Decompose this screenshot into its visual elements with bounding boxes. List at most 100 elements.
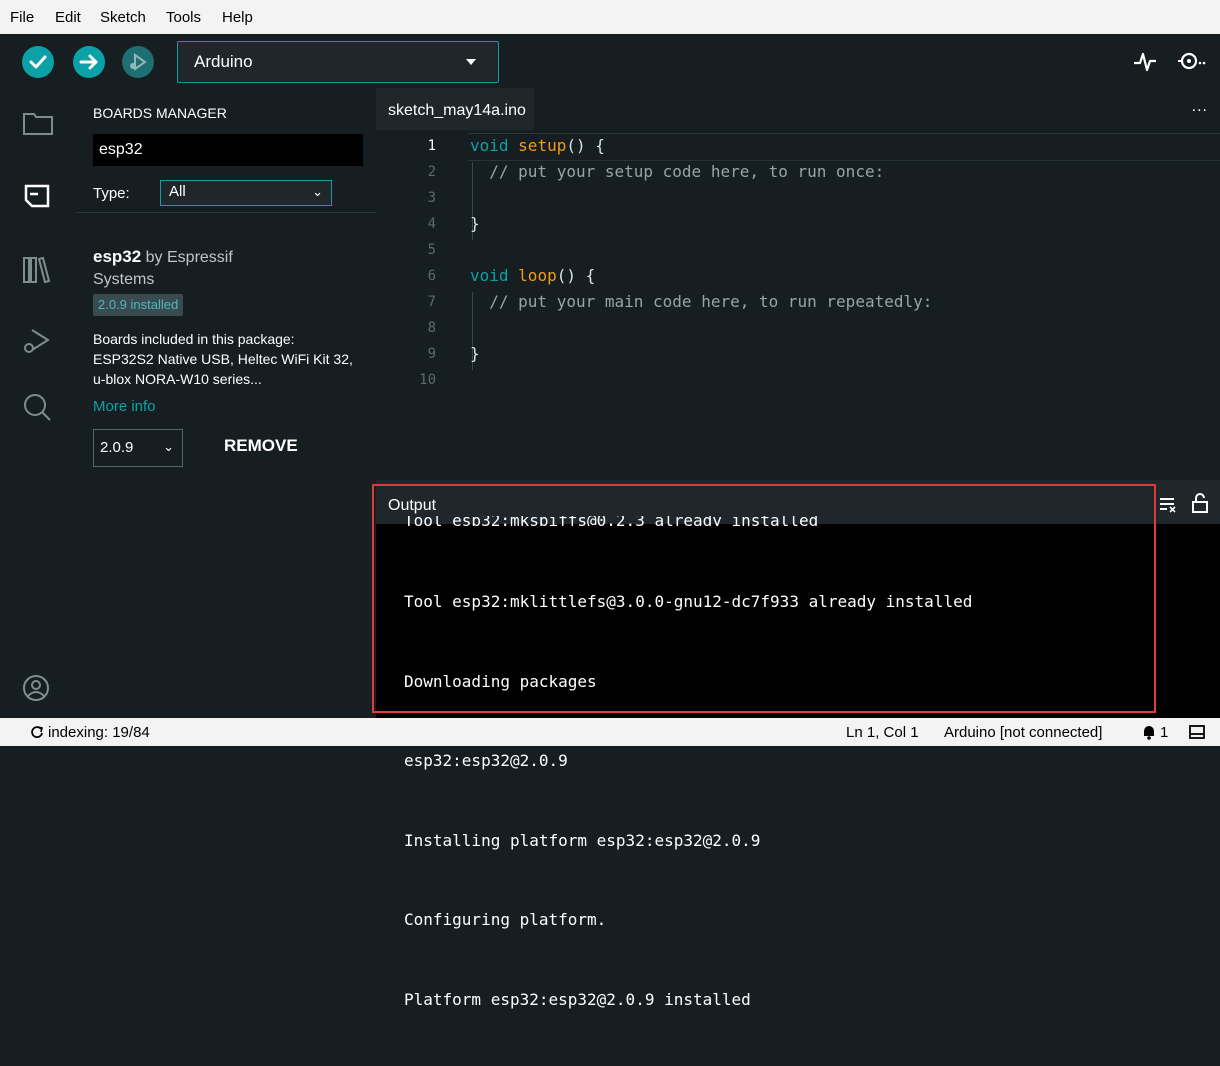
code-line: void loop() { — [470, 266, 595, 285]
tab-label: sketch_may14a.ino — [388, 102, 526, 119]
toolbar: Arduino — [0, 34, 1220, 88]
output-log: Tool esp32:mklittlefs@3.0.0-gnu12-dc7f93… — [404, 536, 1204, 1066]
code-keyword: void — [470, 266, 509, 285]
indexing-status: indexing: 19/84 — [48, 724, 150, 741]
menu-file[interactable]: File — [10, 9, 34, 26]
debug-icon — [24, 329, 50, 353]
more-info-link[interactable]: More info — [93, 398, 156, 415]
line-number: 2 — [427, 164, 436, 180]
boards-manager-button[interactable] — [18, 176, 58, 216]
type-label: Type: — [93, 185, 130, 202]
monitor-icon — [1178, 52, 1206, 70]
toggle-panel-icon[interactable] — [1188, 724, 1206, 744]
folder-icon — [23, 113, 53, 135]
type-select[interactable]: All ⌄ — [160, 180, 332, 206]
notification-count: 1 — [1160, 724, 1169, 741]
account-button[interactable] — [18, 668, 58, 708]
type-select-value: All — [169, 183, 186, 200]
code-comment: // put your setup code here, to run once… — [470, 162, 885, 181]
menu-help[interactable]: Help — [222, 9, 253, 26]
remove-button[interactable]: REMOVE — [224, 436, 298, 456]
line-number: 7 — [427, 294, 436, 310]
serial-plotter-button[interactable] — [1132, 48, 1158, 74]
plotter-icon — [1134, 52, 1156, 72]
package-description: Boards included in this package: ESP32S2… — [93, 331, 353, 387]
search-icon — [24, 394, 51, 421]
editor-tab-bar: sketch_may14a.ino ... — [376, 88, 1220, 132]
package-title: esp32 by Espressif Systems — [93, 246, 363, 291]
line-number: 8 — [427, 320, 436, 336]
code-function: loop — [518, 266, 557, 285]
package-name: esp32 — [93, 247, 142, 266]
line-number: 3 — [427, 190, 436, 206]
code-text: () { — [566, 136, 605, 155]
version-select[interactable]: 2.0.9 ⌄ — [93, 429, 183, 467]
activity-bar — [0, 88, 76, 718]
board-icon — [24, 184, 50, 208]
verify-button[interactable] — [22, 46, 54, 78]
menu-tools[interactable]: Tools — [166, 9, 201, 26]
output-line: Platform esp32:esp32@2.0.9 installed — [404, 989, 751, 1009]
line-number: 1 — [427, 138, 436, 154]
upload-button[interactable] — [73, 46, 105, 78]
line-number: 9 — [427, 346, 436, 362]
code-editor[interactable]: 1 2 3 4 5 6 7 8 9 10 void setup() { // p… — [376, 130, 1220, 480]
output-line: Tool esp32:mkspiffs@0.2.3 already instal… — [404, 516, 819, 526]
scroll-lock-button[interactable] — [1190, 492, 1210, 519]
line-number: 6 — [427, 268, 436, 284]
notification-bell-icon[interactable] — [1140, 724, 1158, 744]
more-options-button[interactable]: ... — [1192, 98, 1208, 116]
arrow-right-icon — [79, 54, 98, 70]
debug-icon — [130, 53, 147, 71]
line-number: 5 — [427, 242, 436, 258]
board-selector-label: Arduino — [194, 52, 253, 71]
debug-panel-button[interactable] — [18, 322, 58, 362]
code-line: } — [470, 344, 480, 363]
cursor-position: Ln 1, Col 1 — [846, 724, 919, 741]
line-number: 10 — [419, 372, 436, 388]
version-select-value: 2.0.9 — [100, 439, 134, 456]
code-function: setup — [518, 136, 567, 155]
package-author-line2: Systems — [93, 271, 155, 288]
chevron-down-icon: ⌄ — [163, 439, 174, 454]
serial-monitor-button[interactable] — [1176, 48, 1208, 74]
code-keyword: void — [470, 136, 509, 155]
user-icon — [23, 675, 49, 701]
output-line: esp32:esp32@2.0.9 — [404, 751, 568, 770]
sketchbook-button[interactable] — [18, 102, 58, 142]
output-line: Installing platform esp32:esp32@2.0.9 — [404, 830, 761, 850]
code-line: void setup() { — [470, 136, 605, 155]
menu-bar: File Edit Sketch Tools Help — [0, 0, 1220, 34]
clear-list-icon — [1160, 498, 1176, 513]
code-text: () { — [556, 266, 596, 285]
tab-sketch[interactable]: sketch_may14a.ino — [376, 88, 534, 132]
code-line: } — [470, 214, 480, 233]
panel-title: BOARDS MANAGER — [93, 105, 227, 121]
output-line: Configuring platform. — [404, 910, 607, 929]
debug-button[interactable] — [122, 46, 154, 78]
divider — [76, 212, 376, 213]
chevron-down-icon: ⌄ — [312, 184, 323, 199]
check-icon — [29, 55, 47, 69]
menu-edit[interactable]: Edit — [55, 9, 81, 26]
search-button[interactable] — [18, 388, 58, 428]
boards-manager-panel: BOARDS MANAGER Type: All ⌄ esp32 by Espr… — [76, 88, 376, 718]
menu-sketch[interactable]: Sketch — [100, 9, 146, 26]
installed-badge: 2.0.9 installed — [93, 294, 184, 316]
library-manager-button[interactable] — [18, 250, 58, 290]
board-status[interactable]: Arduino [not connected] — [944, 724, 1102, 741]
unlock-icon — [1192, 493, 1208, 513]
refresh-icon — [30, 724, 44, 743]
board-selector[interactable]: Arduino — [177, 41, 499, 83]
line-number-gutter: 1 2 3 4 5 6 7 8 9 10 — [376, 130, 468, 480]
output-title: Output — [388, 497, 437, 514]
package-author: by Espressif — [141, 249, 233, 266]
line-number: 4 — [427, 216, 436, 232]
output-panel: Output Tool esp32:mkspiffs@0.2.3 already… — [376, 480, 1220, 1009]
output-line: Tool esp32:mklittlefs@3.0.0-gnu12-dc7f93… — [404, 592, 973, 611]
search-input[interactable] — [93, 134, 363, 166]
output-line: Downloading packages — [404, 671, 597, 691]
library-icon — [23, 256, 51, 284]
code-comment: // put your main code here, to run repea… — [470, 292, 933, 311]
clear-output-button[interactable] — [1158, 494, 1178, 519]
